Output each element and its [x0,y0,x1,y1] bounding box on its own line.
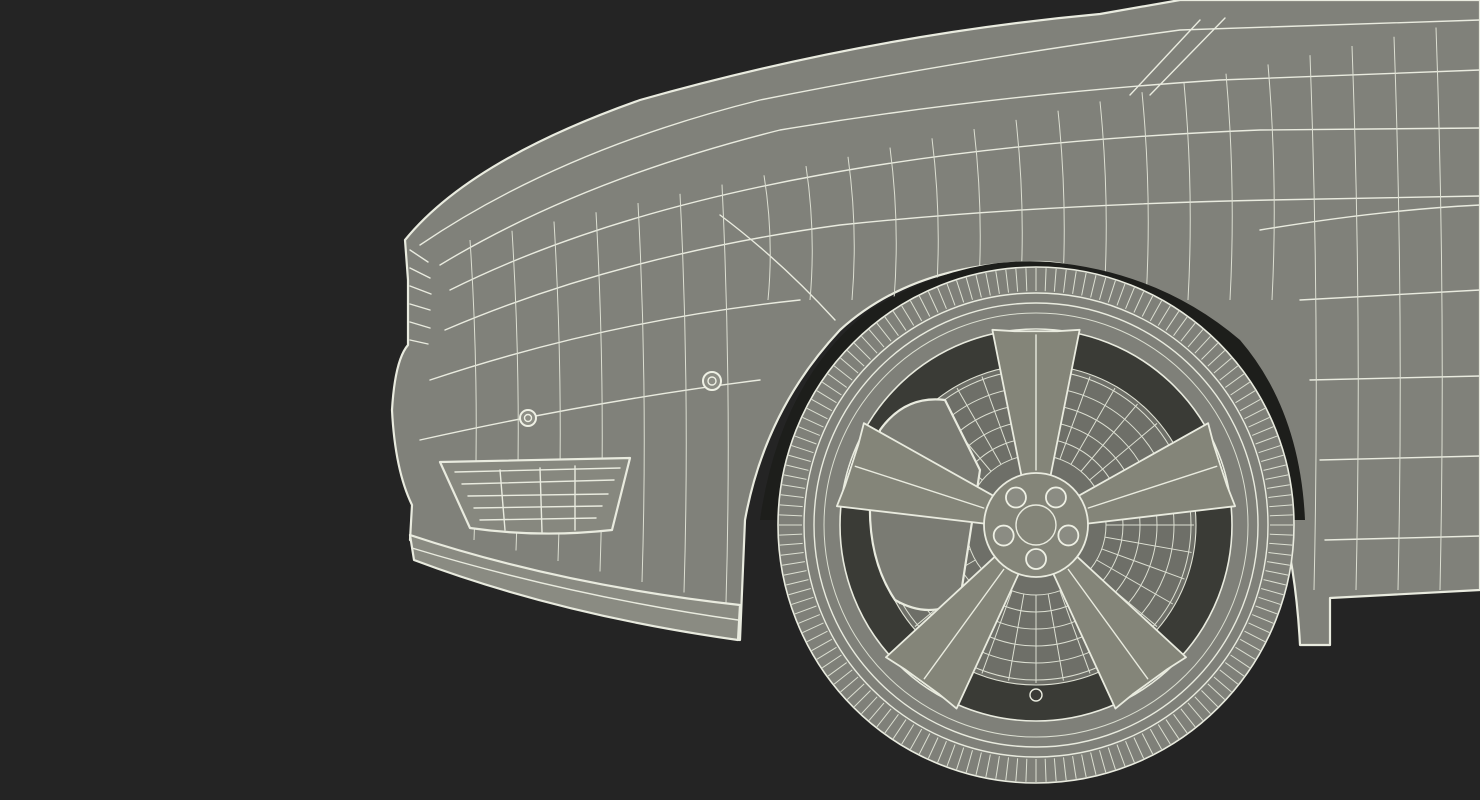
lug-nut [1025,548,1047,570]
parking-sensor-right [702,371,722,391]
lug-nut [1057,524,1080,547]
lug-nut [1045,486,1067,509]
parking-sensor-left [519,409,537,427]
fog-light [438,456,632,535]
car-wireframe-render [390,0,1480,784]
render-viewport [0,0,1480,800]
front-wheel [777,266,1295,784]
lug-nut [1005,486,1027,509]
lug-nut [992,524,1015,547]
